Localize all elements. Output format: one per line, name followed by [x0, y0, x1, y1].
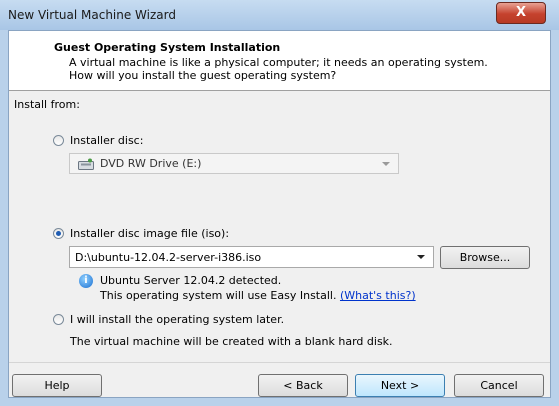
chevron-down-icon: [382, 162, 390, 166]
wizard-header: Guest Operating System Installation A vi…: [9, 31, 550, 91]
next-button[interactable]: Next >: [355, 374, 445, 397]
iso-path-value: D:\ubuntu-12.04.2-server-i386.iso: [75, 251, 262, 264]
install-later-label[interactable]: I will install the operating system late…: [70, 313, 284, 326]
back-button[interactable]: < Back: [258, 374, 348, 397]
window-frame: New Virtual Machine Wizard X Guest Opera…: [0, 0, 559, 406]
page-title: Guest Operating System Installation: [54, 41, 281, 54]
install-later-radio[interactable]: [53, 314, 64, 325]
close-icon: X: [515, 5, 527, 20]
whats-this-link[interactable]: (What's this?): [340, 289, 416, 302]
page-description: A virtual machine is like a physical com…: [69, 56, 488, 82]
info-icon: i: [79, 274, 93, 288]
browse-button[interactable]: Browse...: [440, 246, 530, 269]
iso-path-select[interactable]: D:\ubuntu-12.04.2-server-i386.iso: [69, 246, 434, 268]
window-title: New Virtual Machine Wizard: [8, 8, 176, 22]
drive-select-value: DVD RW Drive (E:): [100, 157, 202, 170]
installer-disc-label[interactable]: Installer disc:: [70, 134, 143, 147]
drive-select[interactable]: DVD RW Drive (E:): [69, 153, 399, 174]
chevron-down-icon: [417, 255, 425, 259]
cancel-button[interactable]: Cancel: [454, 374, 544, 397]
easy-install-note: This operating system will use Easy Inst…: [100, 289, 337, 302]
iso-radio[interactable]: [53, 228, 64, 239]
footer-divider: [9, 362, 550, 363]
easy-install-text: This operating system will use Easy Inst…: [100, 289, 416, 302]
installer-disc-radio[interactable]: [53, 135, 64, 146]
iso-label[interactable]: Installer disc image file (iso):: [70, 227, 229, 240]
detected-text: Ubuntu Server 12.04.2 detected.: [100, 274, 282, 287]
help-button[interactable]: Help: [12, 374, 102, 397]
install-later-description: The virtual machine will be created with…: [70, 335, 393, 348]
title-bar[interactable]: New Virtual Machine Wizard X: [0, 0, 559, 30]
install-from-label: Install from:: [14, 98, 80, 111]
dvd-drive-icon: [78, 158, 94, 170]
close-button[interactable]: X: [496, 2, 546, 24]
wizard-body: Guest Operating System Installation A vi…: [8, 30, 551, 398]
